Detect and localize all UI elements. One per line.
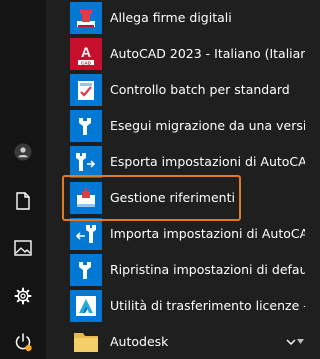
app-label: AutoCAD 2023 - Italiano (Italian) xyxy=(110,46,305,61)
start-left-rail xyxy=(0,0,46,359)
app-label: Allega firme digitali xyxy=(110,10,232,25)
scroll-down-arrow-icon[interactable] xyxy=(297,339,304,345)
pictures-button[interactable] xyxy=(7,232,39,264)
settings-button[interactable] xyxy=(7,280,39,312)
app-label: Utilità di trasferimento licenze - Autod… xyxy=(110,298,305,313)
svg-text:CAD: CAD xyxy=(81,60,91,65)
reference-manager-icon xyxy=(70,182,102,214)
gear-icon xyxy=(14,287,32,305)
app-item-controllo-batch[interactable]: Controllo batch per standard xyxy=(46,72,305,108)
start-menu: Allega firme digitali A CAD AutoCAD 2023… xyxy=(0,0,305,359)
checklist-icon xyxy=(70,74,102,106)
user-account-button[interactable] xyxy=(7,136,39,168)
wrench-import-icon xyxy=(70,218,102,250)
document-icon xyxy=(16,192,30,210)
stamp-icon xyxy=(70,2,102,34)
autocad-logo-icon: A CAD xyxy=(70,38,102,70)
documents-button[interactable] xyxy=(7,185,39,217)
wrench-icon xyxy=(70,254,102,286)
app-label: Controllo batch per standard xyxy=(110,82,290,97)
app-item-importa-impostazioni[interactable]: Importa impostazioni di AutoCAD 2023 xyxy=(46,216,305,252)
wrench-icon xyxy=(70,110,102,142)
svg-text:A: A xyxy=(81,44,91,60)
power-button[interactable] xyxy=(7,326,39,358)
folder-label: Autodesk xyxy=(110,334,169,349)
app-label: Importa impostazioni di AutoCAD 2023 xyxy=(110,226,305,241)
app-label: Esegui migrazione da una versione preced… xyxy=(110,118,305,133)
picture-icon xyxy=(14,240,32,256)
wrench-export-icon xyxy=(70,146,102,178)
app-label: Esporta impostazioni di AutoCAD 2023 xyxy=(110,154,305,169)
app-label: Ripristina impostazioni di default xyxy=(110,262,305,277)
app-item-esegui-migrazione[interactable]: Esegui migrazione da una versione preced… xyxy=(46,108,305,144)
folder-autodesk[interactable]: Autodesk xyxy=(46,324,305,359)
scrollbar[interactable] xyxy=(296,0,305,359)
power-icon xyxy=(15,333,32,352)
person-icon xyxy=(14,143,32,161)
app-item-gestione-riferimenti[interactable]: Gestione riferimenti xyxy=(46,180,305,216)
app-label: Gestione riferimenti xyxy=(110,190,235,205)
app-item-allega-firme-digitali[interactable]: Allega firme digitali xyxy=(46,0,305,36)
folder-icon xyxy=(70,326,102,358)
autodesk-license-icon xyxy=(70,290,102,322)
app-item-ripristina-impostazioni[interactable]: Ripristina impostazioni di default xyxy=(46,252,305,288)
app-item-trasferimento-licenze[interactable]: Utilità di trasferimento licenze - Autod… xyxy=(46,288,305,324)
app-item-esporta-impostazioni[interactable]: Esporta impostazioni di AutoCAD 2023 xyxy=(46,144,305,180)
app-item-autocad-2023[interactable]: A CAD AutoCAD 2023 - Italiano (Italian) xyxy=(46,36,305,72)
power-badge xyxy=(25,344,32,352)
app-list: Allega firme digitali A CAD AutoCAD 2023… xyxy=(46,0,305,359)
